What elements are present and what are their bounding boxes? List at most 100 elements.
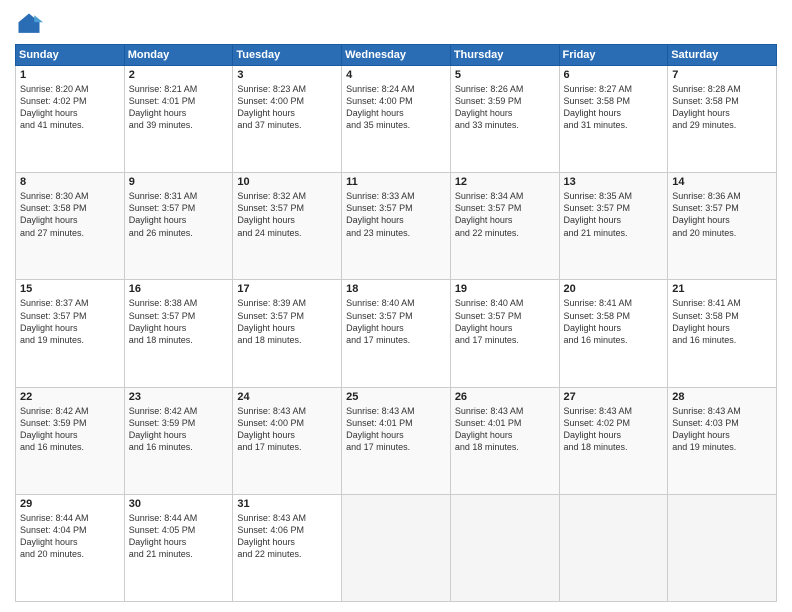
cell-info: Sunrise: 8:33 AM Sunset: 3:57 PM Dayligh… [346, 190, 446, 239]
day-cell: 20 Sunrise: 8:41 AM Sunset: 3:58 PM Dayl… [559, 280, 668, 387]
day-number: 31 [237, 498, 337, 510]
day-cell: 18 Sunrise: 8:40 AM Sunset: 3:57 PM Dayl… [342, 280, 451, 387]
day-cell: 28 Sunrise: 8:43 AM Sunset: 4:03 PM Dayl… [668, 387, 777, 494]
day-cell: 2 Sunrise: 8:21 AM Sunset: 4:01 PM Dayli… [124, 66, 233, 173]
cell-info: Sunrise: 8:43 AM Sunset: 4:06 PM Dayligh… [237, 512, 337, 561]
day-cell: 1 Sunrise: 8:20 AM Sunset: 4:02 PM Dayli… [16, 66, 125, 173]
day-cell: 7 Sunrise: 8:28 AM Sunset: 3:58 PM Dayli… [668, 66, 777, 173]
day-number: 28 [672, 391, 772, 403]
day-cell: 9 Sunrise: 8:31 AM Sunset: 3:57 PM Dayli… [124, 173, 233, 280]
week-row-3: 15 Sunrise: 8:37 AM Sunset: 3:57 PM Dayl… [16, 280, 777, 387]
col-header-sunday: Sunday [16, 45, 125, 66]
day-cell: 11 Sunrise: 8:33 AM Sunset: 3:57 PM Dayl… [342, 173, 451, 280]
day-cell: 21 Sunrise: 8:41 AM Sunset: 3:58 PM Dayl… [668, 280, 777, 387]
day-cell: 26 Sunrise: 8:43 AM Sunset: 4:01 PM Dayl… [450, 387, 559, 494]
cell-info: Sunrise: 8:44 AM Sunset: 4:05 PM Dayligh… [129, 512, 229, 561]
day-number: 1 [20, 69, 120, 81]
cell-info: Sunrise: 8:42 AM Sunset: 3:59 PM Dayligh… [129, 405, 229, 454]
day-cell: 17 Sunrise: 8:39 AM Sunset: 3:57 PM Dayl… [233, 280, 342, 387]
cell-info: Sunrise: 8:27 AM Sunset: 3:58 PM Dayligh… [564, 83, 664, 132]
col-header-wednesday: Wednesday [342, 45, 451, 66]
day-number: 9 [129, 176, 229, 188]
day-number: 2 [129, 69, 229, 81]
cell-info: Sunrise: 8:40 AM Sunset: 3:57 PM Dayligh… [346, 297, 446, 346]
day-number: 16 [129, 283, 229, 295]
day-cell [668, 494, 777, 601]
col-header-thursday: Thursday [450, 45, 559, 66]
cell-info: Sunrise: 8:23 AM Sunset: 4:00 PM Dayligh… [237, 83, 337, 132]
day-cell [342, 494, 451, 601]
cell-info: Sunrise: 8:31 AM Sunset: 3:57 PM Dayligh… [129, 190, 229, 239]
cell-info: Sunrise: 8:43 AM Sunset: 4:01 PM Dayligh… [455, 405, 555, 454]
day-cell [450, 494, 559, 601]
day-number: 30 [129, 498, 229, 510]
day-cell: 27 Sunrise: 8:43 AM Sunset: 4:02 PM Dayl… [559, 387, 668, 494]
logo [15, 10, 47, 38]
day-cell [559, 494, 668, 601]
day-number: 21 [672, 283, 772, 295]
cell-info: Sunrise: 8:35 AM Sunset: 3:57 PM Dayligh… [564, 190, 664, 239]
day-cell: 15 Sunrise: 8:37 AM Sunset: 3:57 PM Dayl… [16, 280, 125, 387]
day-cell: 29 Sunrise: 8:44 AM Sunset: 4:04 PM Dayl… [16, 494, 125, 601]
cell-info: Sunrise: 8:44 AM Sunset: 4:04 PM Dayligh… [20, 512, 120, 561]
day-number: 11 [346, 176, 446, 188]
day-number: 29 [20, 498, 120, 510]
cell-info: Sunrise: 8:34 AM Sunset: 3:57 PM Dayligh… [455, 190, 555, 239]
col-header-saturday: Saturday [668, 45, 777, 66]
day-number: 8 [20, 176, 120, 188]
day-cell: 13 Sunrise: 8:35 AM Sunset: 3:57 PM Dayl… [559, 173, 668, 280]
day-cell: 31 Sunrise: 8:43 AM Sunset: 4:06 PM Dayl… [233, 494, 342, 601]
week-row-1: 1 Sunrise: 8:20 AM Sunset: 4:02 PM Dayli… [16, 66, 777, 173]
calendar-table: SundayMondayTuesdayWednesdayThursdayFrid… [15, 44, 777, 602]
day-cell: 16 Sunrise: 8:38 AM Sunset: 3:57 PM Dayl… [124, 280, 233, 387]
cell-info: Sunrise: 8:40 AM Sunset: 3:57 PM Dayligh… [455, 297, 555, 346]
day-cell: 30 Sunrise: 8:44 AM Sunset: 4:05 PM Dayl… [124, 494, 233, 601]
day-number: 22 [20, 391, 120, 403]
day-number: 27 [564, 391, 664, 403]
day-number: 19 [455, 283, 555, 295]
week-row-5: 29 Sunrise: 8:44 AM Sunset: 4:04 PM Dayl… [16, 494, 777, 601]
col-header-tuesday: Tuesday [233, 45, 342, 66]
day-number: 6 [564, 69, 664, 81]
day-number: 24 [237, 391, 337, 403]
day-cell: 22 Sunrise: 8:42 AM Sunset: 3:59 PM Dayl… [16, 387, 125, 494]
day-number: 7 [672, 69, 772, 81]
page: SundayMondayTuesdayWednesdayThursdayFrid… [0, 0, 792, 612]
cell-info: Sunrise: 8:24 AM Sunset: 4:00 PM Dayligh… [346, 83, 446, 132]
cell-info: Sunrise: 8:37 AM Sunset: 3:57 PM Dayligh… [20, 297, 120, 346]
day-number: 3 [237, 69, 337, 81]
day-cell: 19 Sunrise: 8:40 AM Sunset: 3:57 PM Dayl… [450, 280, 559, 387]
day-cell: 4 Sunrise: 8:24 AM Sunset: 4:00 PM Dayli… [342, 66, 451, 173]
cell-info: Sunrise: 8:32 AM Sunset: 3:57 PM Dayligh… [237, 190, 337, 239]
day-cell: 8 Sunrise: 8:30 AM Sunset: 3:58 PM Dayli… [16, 173, 125, 280]
cell-info: Sunrise: 8:41 AM Sunset: 3:58 PM Dayligh… [564, 297, 664, 346]
week-row-2: 8 Sunrise: 8:30 AM Sunset: 3:58 PM Dayli… [16, 173, 777, 280]
cell-info: Sunrise: 8:21 AM Sunset: 4:01 PM Dayligh… [129, 83, 229, 132]
cell-info: Sunrise: 8:43 AM Sunset: 4:03 PM Dayligh… [672, 405, 772, 454]
cell-info: Sunrise: 8:36 AM Sunset: 3:57 PM Dayligh… [672, 190, 772, 239]
day-cell: 24 Sunrise: 8:43 AM Sunset: 4:00 PM Dayl… [233, 387, 342, 494]
day-cell: 10 Sunrise: 8:32 AM Sunset: 3:57 PM Dayl… [233, 173, 342, 280]
col-header-monday: Monday [124, 45, 233, 66]
cell-info: Sunrise: 8:38 AM Sunset: 3:57 PM Dayligh… [129, 297, 229, 346]
day-number: 20 [564, 283, 664, 295]
day-number: 17 [237, 283, 337, 295]
day-number: 25 [346, 391, 446, 403]
header-row: SundayMondayTuesdayWednesdayThursdayFrid… [16, 45, 777, 66]
day-number: 18 [346, 283, 446, 295]
col-header-friday: Friday [559, 45, 668, 66]
cell-info: Sunrise: 8:28 AM Sunset: 3:58 PM Dayligh… [672, 83, 772, 132]
cell-info: Sunrise: 8:43 AM Sunset: 4:00 PM Dayligh… [237, 405, 337, 454]
cell-info: Sunrise: 8:42 AM Sunset: 3:59 PM Dayligh… [20, 405, 120, 454]
day-number: 23 [129, 391, 229, 403]
cell-info: Sunrise: 8:26 AM Sunset: 3:59 PM Dayligh… [455, 83, 555, 132]
day-cell: 14 Sunrise: 8:36 AM Sunset: 3:57 PM Dayl… [668, 173, 777, 280]
day-number: 5 [455, 69, 555, 81]
cell-info: Sunrise: 8:43 AM Sunset: 4:01 PM Dayligh… [346, 405, 446, 454]
day-number: 14 [672, 176, 772, 188]
day-number: 13 [564, 176, 664, 188]
week-row-4: 22 Sunrise: 8:42 AM Sunset: 3:59 PM Dayl… [16, 387, 777, 494]
cell-info: Sunrise: 8:39 AM Sunset: 3:57 PM Dayligh… [237, 297, 337, 346]
day-number: 26 [455, 391, 555, 403]
day-number: 12 [455, 176, 555, 188]
